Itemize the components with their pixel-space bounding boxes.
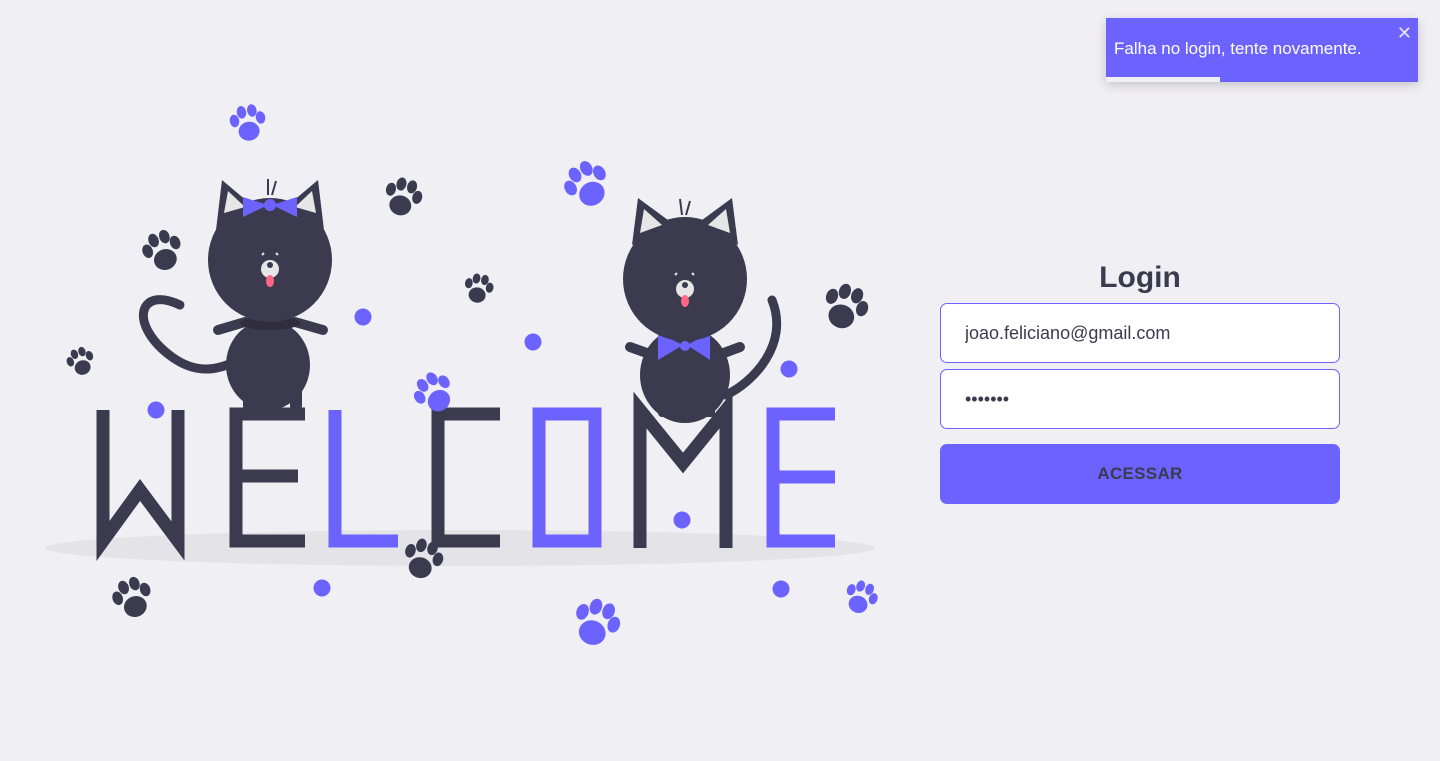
password-input[interactable]: [940, 369, 1340, 429]
welcome-word: [96, 391, 835, 562]
cat-right: [623, 198, 782, 423]
email-input[interactable]: [940, 303, 1340, 363]
close-icon[interactable]: ✕: [1397, 23, 1412, 43]
letter-o: [532, 407, 602, 548]
cat-left: [139, 179, 332, 410]
error-toast: Falha no login, tente novamente. ✕: [1106, 18, 1418, 82]
letter-c: [431, 407, 500, 548]
login-form: Login ACESSAR: [940, 258, 1340, 504]
welcome-cats-svg: [45, 102, 882, 653]
submit-button[interactable]: ACESSAR: [940, 444, 1340, 504]
toast-progress-bar: [1106, 77, 1220, 82]
letter-e-1: [229, 407, 305, 548]
login-title: Login: [1099, 261, 1181, 294]
letter-e-2: [766, 407, 835, 548]
letter-w: [96, 410, 185, 562]
toast-message: Falha no login, tente novamente.: [1114, 39, 1362, 58]
letter-l: [328, 410, 398, 548]
paw-prints: [63, 102, 882, 653]
welcome-illustration: [40, 95, 890, 675]
